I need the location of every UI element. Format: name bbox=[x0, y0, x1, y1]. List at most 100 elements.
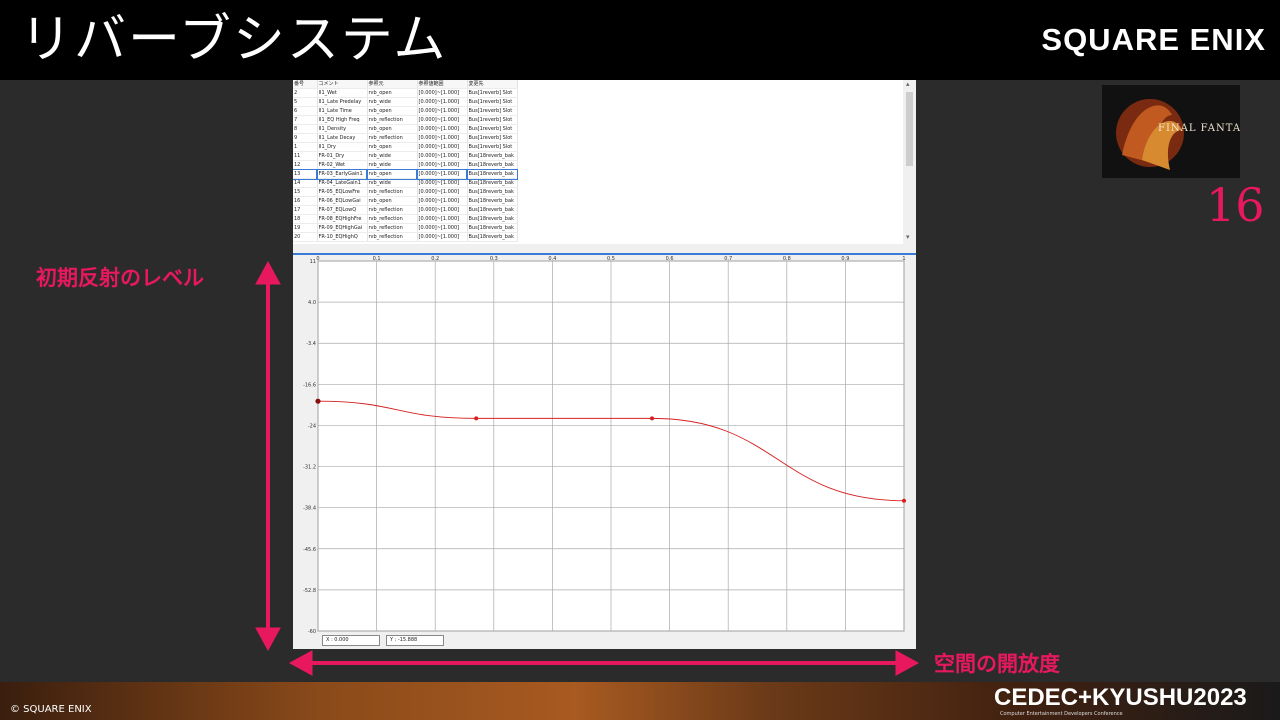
table-cell: [0.000]~[1.000] bbox=[417, 178, 468, 188]
curve-editor-chart[interactable]: 0 0.1 0.2 0.3 0.4 0.5 0.6 0.7 0.8 0.9 1114.0-3.4-1… bbox=[293, 255, 916, 635]
scroll-down-icon[interactable]: ▾ bbox=[906, 233, 910, 241]
table-cell: rvb_reflection bbox=[367, 223, 418, 233]
table-cell: 1 bbox=[293, 142, 318, 152]
table-cell: [0.000]~[1.000] bbox=[417, 133, 468, 143]
table-cell: 9 bbox=[293, 133, 318, 143]
parameter-editor-window: 番号 コメント 参照元 参照値範囲 変更先 2 II1_Wet rvb_open [0… bbox=[293, 80, 916, 649]
scrollbar-thumb[interactable] bbox=[906, 92, 913, 166]
table-row[interactable]: 15 FR-05_EQLowFre rvb_reflection [0.000]~[1… bbox=[293, 187, 518, 197]
table-cell: [0.000]~[1.000] bbox=[417, 151, 468, 161]
table-cell: II1_EQ High Freq bbox=[317, 115, 368, 125]
curve-point[interactable] bbox=[902, 498, 906, 503]
column-header[interactable]: コメント bbox=[317, 80, 368, 89]
table-cell: 20 bbox=[293, 232, 318, 242]
table-cell: [0.000]~[1.000] bbox=[417, 160, 468, 170]
copyright: © SQUARE ENIX bbox=[10, 704, 92, 715]
table-cell: Bus[1reverb] Slot bbox=[467, 142, 518, 152]
table-cell: II1_Late Predelay bbox=[317, 97, 368, 107]
table-cell: [0.000]~[1.000] bbox=[417, 142, 468, 152]
table-cell: rvb_reflection bbox=[367, 133, 418, 143]
table-cell: Bus[18reverb_bak bbox=[467, 223, 518, 233]
table-cell: II1_Density bbox=[317, 124, 368, 134]
table-cell: Bus[18reverb_bak bbox=[467, 160, 518, 170]
table-cell: 19 bbox=[293, 223, 318, 233]
y-tick-label: -31.2 bbox=[303, 465, 316, 471]
column-header[interactable]: 参照値範囲 bbox=[417, 80, 468, 89]
table-cell: rvb_open bbox=[367, 142, 418, 152]
table-row[interactable]: 7 II1_EQ High Freq rvb_reflection [0.000]~[… bbox=[293, 115, 518, 125]
parameter-table: 番号 コメント 参照元 参照値範囲 変更先 2 II1_Wet rvb_open [0… bbox=[293, 80, 903, 244]
table-cell: Bus[18reverb_bak bbox=[466, 168, 518, 180]
table-cell: 16 bbox=[293, 196, 318, 206]
table-cell: rvb_reflection bbox=[367, 214, 418, 224]
table-cell: 6 bbox=[293, 106, 318, 116]
table-cell: Bus[1reverb] Slot bbox=[467, 106, 518, 116]
table-row[interactable]: 1 II1_Dry rvb_open [0.000]~[1.000] Bus[1reve… bbox=[293, 142, 518, 152]
column-header[interactable]: 番号 bbox=[293, 80, 318, 89]
table-row[interactable]: 16 FR-06_EQLowGai rvb_open [0.000]~[1.000] B… bbox=[293, 196, 518, 206]
table-cell: FR-10_EQHighQ bbox=[317, 232, 368, 242]
table-row[interactable]: 8 II1_Density rvb_open [0.000]~[1.000] Bus[1… bbox=[293, 124, 518, 134]
table-cell: II1_Late Decay bbox=[317, 133, 368, 143]
table-cell: 11 bbox=[293, 151, 318, 161]
column-header[interactable]: 参照元 bbox=[367, 80, 418, 89]
table-cell: 14 bbox=[293, 178, 318, 188]
event-subtitle: Computer Entertainment Developers Confer… bbox=[1000, 711, 1123, 717]
table-cell: FR-06_EQLowGai bbox=[317, 196, 368, 206]
table-row[interactable]: 17 FR-07_EQLowQ rvb_reflection [0.000]~[1.0… bbox=[293, 205, 518, 215]
table-row[interactable]: 12 FR-02_Wet rvb_wide [0.000]~[1.000] Bus[18… bbox=[293, 160, 518, 170]
table-row[interactable]: 14 FR-04_LateGain1 rvb_wide [0.000]~[1.000]… bbox=[293, 178, 518, 188]
curve-point[interactable] bbox=[650, 416, 655, 421]
vertical-arrow bbox=[255, 260, 281, 652]
table-cell: 17 bbox=[293, 205, 318, 215]
table-row[interactable]: 2 II1_Wet rvb_open [0.000]~[1.000] Bus[1reve… bbox=[293, 88, 518, 98]
y-tick-label: -45.6 bbox=[303, 547, 316, 553]
table-cell: [0.000]~[1.000] bbox=[417, 97, 468, 107]
y-tick-label: -52.8 bbox=[303, 588, 316, 594]
table-cell: [0.000]~[1.000] bbox=[417, 223, 468, 233]
table-row[interactable]: 19 FR-09_EQHighGai rvb_reflection [0.000]~[… bbox=[293, 223, 518, 233]
table-cell: rvb_wide bbox=[367, 178, 418, 188]
table-row[interactable]: 11 FR-01_Dry rvb_wide [0.000]~[1.000] Bus[18… bbox=[293, 151, 518, 161]
table-cell: Bus[18reverb_bak bbox=[467, 187, 518, 197]
y-tick-label: -60 bbox=[308, 629, 316, 635]
table-row[interactable]: 9 II1_Late Decay rvb_reflection [0.000]~[1.… bbox=[293, 133, 518, 143]
curve-point[interactable] bbox=[474, 416, 479, 421]
column-header[interactable]: 変更先 bbox=[467, 80, 518, 89]
table-cell: FR-02_Wet bbox=[317, 160, 368, 170]
y-readout: Y : -15.888 bbox=[386, 635, 444, 646]
table-cell: rvb_open bbox=[367, 88, 418, 98]
table-cell: rvb_open bbox=[367, 106, 418, 116]
table-row[interactable]: 18 FR-08_EQHighFre rvb_reflection [0.000]~[… bbox=[293, 214, 518, 224]
table-row[interactable]: 5 II1_Late Predelay rvb_wide [0.000]~[1.000… bbox=[293, 97, 518, 107]
scroll-up-icon[interactable]: ▴ bbox=[906, 80, 910, 88]
y-tick-label: -24 bbox=[308, 423, 316, 429]
table-cell: [0.000]~[1.000] bbox=[417, 214, 468, 224]
table-header-row: 番号 コメント 参照元 参照値範囲 変更先 bbox=[293, 80, 518, 89]
table-cell: FR-03_EarlyGain1 bbox=[316, 168, 368, 180]
y-tick-label: -16.6 bbox=[303, 382, 316, 388]
table-cell: rvb_wide bbox=[367, 97, 418, 107]
vertical-scrollbar[interactable]: ▴ ▾ bbox=[903, 80, 916, 244]
table-cell: [0.000]~[1.000] bbox=[417, 106, 468, 116]
table-cell: FR-09_EQHighGai bbox=[317, 223, 368, 233]
table-cell: rvb_reflection bbox=[367, 232, 418, 242]
table-cell: 12 bbox=[293, 160, 318, 170]
table-cell: rvb_open bbox=[367, 124, 418, 134]
table-cell: [0.000]~[1.000] bbox=[417, 232, 468, 242]
table-row[interactable]: 13 FR-03_EarlyGain1 rvb_open [0.000]~[1.000… bbox=[293, 168, 518, 180]
curve-point[interactable] bbox=[315, 398, 321, 404]
y-tick-label: -38.4 bbox=[303, 506, 316, 512]
table-cell: FR-07_EQLowQ bbox=[317, 205, 368, 215]
table-cell: [0.000]~[1.000] bbox=[417, 205, 468, 215]
table-cell: 7 bbox=[293, 115, 318, 125]
table-row[interactable]: 20 FR-10_EQHighQ rvb_reflection [0.000]~[1.… bbox=[293, 232, 518, 242]
table-cell: II1_Dry bbox=[317, 142, 368, 152]
table-cell: Bus[1reverb] Slot bbox=[467, 115, 518, 125]
table-cell: 15 bbox=[293, 187, 318, 197]
table-cell: rvb_open bbox=[366, 168, 418, 180]
table-row[interactable]: 6 II1_Late Time rvb_open [0.000]~[1.000] Bus… bbox=[293, 106, 518, 116]
y-tick-label: -3.4 bbox=[306, 341, 316, 347]
horizontal-scrollbar[interactable] bbox=[293, 244, 903, 253]
y-tick-label: 11 bbox=[310, 259, 316, 265]
